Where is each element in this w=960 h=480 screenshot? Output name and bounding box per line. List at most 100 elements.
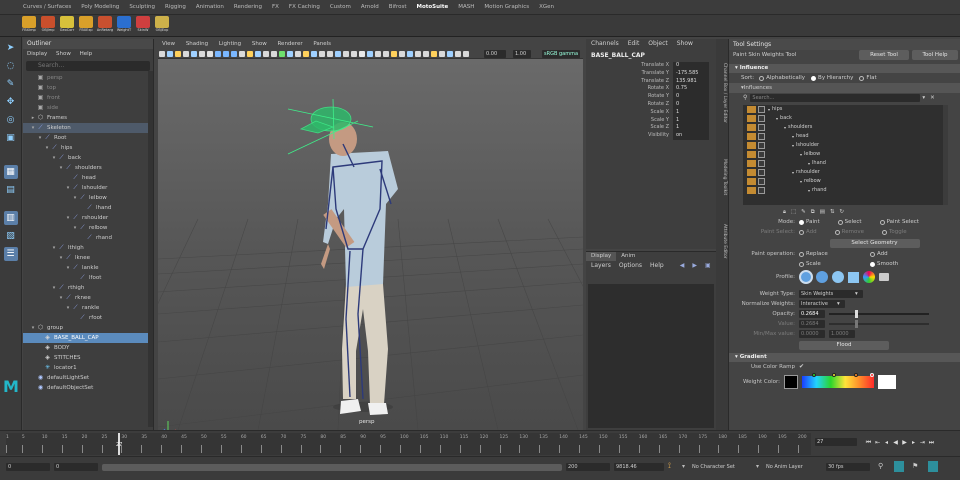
viewport-toolbar-icon[interactable]: [327, 50, 333, 57]
viewport-toolbar-icon[interactable]: [423, 50, 429, 57]
cb-menu-object[interactable]: Object: [648, 40, 668, 47]
outliner-row[interactable]: ◈ BODY: [23, 343, 153, 353]
layer-move-up-icon[interactable]: ◀: [680, 261, 685, 271]
outliner-row[interactable]: ▾ ⟋ Root: [23, 133, 153, 143]
influence-lock-checkbox[interactable]: [758, 187, 765, 194]
lasso-tool-icon[interactable]: ◌: [4, 59, 18, 73]
vp-menu-shading[interactable]: Shading: [186, 41, 208, 47]
outliner-menu-help[interactable]: Help: [80, 51, 93, 57]
viewport-toolbar-icon[interactable]: [367, 50, 373, 57]
channel-row[interactable]: Scale Y 1: [586, 116, 716, 125]
outliner-row[interactable]: ▾ ⟋ back: [23, 153, 153, 163]
gamma-field[interactable]: 1.00: [513, 50, 531, 58]
viewport-toolbar-icon[interactable]: [175, 50, 181, 57]
min-value-field[interactable]: 0.0000: [799, 330, 825, 338]
shelf-tab[interactable]: MotoSuite: [411, 0, 453, 15]
opacity-slider-handle[interactable]: [855, 310, 859, 318]
outliner-row[interactable]: ▾ ⟋ rthigh: [23, 283, 153, 293]
side-tab-channel-box[interactable]: Channel Box / Layer Editor: [717, 43, 727, 143]
shelf-tab[interactable]: MASH: [453, 0, 479, 15]
outliner-layout-icon[interactable]: ▥: [3, 211, 18, 225]
outliner-row[interactable]: ▾ ⟋ lthigh: [23, 243, 153, 253]
reset-tool-button[interactable]: Reset Tool: [859, 50, 909, 60]
outliner-row[interactable]: ✳ locator1: [23, 363, 153, 373]
four-view-layout-icon[interactable]: ▤: [4, 183, 18, 197]
influence-paint-icon[interactable]: ✎: [801, 207, 806, 217]
outliner-row[interactable]: ⟋ head: [23, 173, 153, 183]
scale-tool-icon[interactable]: ▣: [4, 131, 18, 145]
influence-unlock-icon[interactable]: ⬚: [791, 207, 796, 217]
layers-menu-help[interactable]: Help: [650, 261, 664, 271]
channel-row[interactable]: Rotate Y 0: [586, 93, 716, 101]
script-editor-icon[interactable]: [928, 461, 938, 472]
sort-option-radio[interactable]: [811, 75, 817, 81]
shelf-tab[interactable]: Sculpting: [124, 0, 160, 15]
viewport-canvas[interactable]: persp: [158, 59, 583, 430]
key-lock-icon[interactable]: ⟟: [668, 461, 678, 473]
outliner-row[interactable]: ▾ ⟋ Skeleton: [23, 123, 153, 133]
play-forward-icon[interactable]: ▶: [900, 438, 909, 447]
layers-menu-options[interactable]: Options: [619, 261, 642, 271]
influence-lock-checkbox[interactable]: [758, 142, 765, 149]
viewport-toolbar-icon[interactable]: [263, 50, 269, 57]
influence-search-input[interactable]: Search...: [750, 94, 921, 102]
influence-expand-icon[interactable]: ▾: [800, 177, 802, 186]
channel-value-field[interactable]: 1: [673, 124, 709, 133]
channel-value-field[interactable]: 0: [673, 93, 709, 101]
channel-value-field[interactable]: 0.75: [673, 85, 709, 94]
outliner-row[interactable]: ▾ ⟋ lankle: [23, 263, 153, 273]
influence-refresh-icon[interactable]: ↻: [840, 207, 845, 217]
use-color-ramp-checkbox[interactable]: ✔: [799, 362, 804, 372]
outliner-row[interactable]: ◉ defaultLightSet: [23, 373, 153, 383]
weight-color-swatch-high[interactable]: [878, 375, 896, 389]
viewport-toolbar-icon[interactable]: [295, 50, 301, 57]
outliner-row[interactable]: ◈ BASE_BALL_CAP: [23, 333, 153, 343]
outliner-row[interactable]: ▣ persp: [23, 73, 153, 83]
influence-row[interactable]: ▾ shoulders: [743, 123, 948, 132]
influence-row[interactable]: ▾ rhand: [743, 186, 948, 195]
mode-option-radio[interactable]: [879, 219, 885, 225]
influence-row[interactable]: ▾ lhand: [743, 159, 948, 168]
influence-row[interactable]: ▾ rshoulder: [743, 168, 948, 177]
outliner-row[interactable]: ▾ ⟋ lelbow: [23, 193, 153, 203]
weight-type-dropdown-icon[interactable]: ▾: [855, 289, 858, 299]
outliner-row[interactable]: ▾ ⟋ rankle: [23, 303, 153, 313]
viewport-toolbar-icon[interactable]: [455, 50, 461, 57]
vp-menu-renderer[interactable]: Renderer: [277, 41, 302, 47]
shelf-tab[interactable]: Rigging: [160, 0, 191, 15]
influence-row[interactable]: ▾ lshoulder: [743, 141, 948, 150]
channel-value-field[interactable]: -175.585: [673, 69, 709, 78]
viewport-toolbar-icon[interactable]: [415, 50, 421, 57]
profile-solid-icon[interactable]: [832, 271, 844, 283]
shelf-tab[interactable]: Animation: [191, 0, 229, 15]
go-to-start-icon[interactable]: ⏮: [864, 438, 873, 447]
outliner-row[interactable]: ⟋ rhand: [23, 233, 153, 243]
viewport-toolbar-icon[interactable]: [207, 50, 213, 57]
influence-list-scrollbar[interactable]: [943, 105, 948, 205]
shelf-tab[interactable]: Arnold: [356, 0, 384, 15]
shelf-tool-button[interactable]: GeoCorr: [58, 15, 76, 36]
vp-menu-view[interactable]: View: [162, 41, 175, 47]
viewport-toolbar-icon[interactable]: [439, 50, 445, 57]
influence-expand-icon[interactable]: ▾: [792, 168, 794, 177]
viewport-toolbar-icon[interactable]: [319, 50, 325, 57]
range-end-field[interactable]: 9818.46: [614, 463, 664, 471]
weight-type-dropdown[interactable]: Skin Weights: [799, 290, 863, 298]
influence-expand-icon[interactable]: ▾: [784, 123, 786, 132]
influence-lock-checkbox[interactable]: [758, 160, 765, 167]
influence-row[interactable]: ▾ relbow: [743, 177, 948, 186]
influence-lock-checkbox[interactable]: [758, 124, 765, 131]
profile-browse-folder-icon[interactable]: [879, 273, 889, 281]
viewport-toolbar-icon[interactable]: [447, 50, 453, 57]
outliner-row[interactable]: ▣ top: [23, 83, 153, 93]
outliner-row[interactable]: ▾ ⟋ rshoulder: [23, 213, 153, 223]
paint-select-option-radio[interactable]: [881, 229, 887, 235]
playback-end-field[interactable]: 200: [566, 463, 610, 471]
persp-outliner-layout-icon[interactable]: ☰: [3, 247, 18, 261]
viewport-toolbar-icon[interactable]: [343, 50, 349, 57]
viewport-toolbar-icon[interactable]: [391, 50, 397, 57]
influence-expand-icon[interactable]: ▾: [792, 132, 794, 141]
go-to-end-icon[interactable]: ⏭: [927, 438, 936, 447]
viewport-toolbar-icon[interactable]: [359, 50, 365, 57]
channel-row[interactable]: Scale Z 1: [586, 124, 716, 133]
